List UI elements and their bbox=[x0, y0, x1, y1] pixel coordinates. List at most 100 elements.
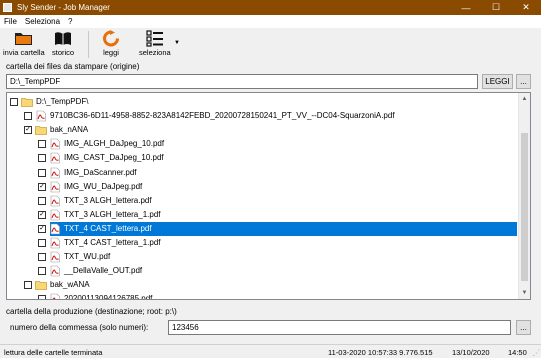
tree-item-label: bak_wANA bbox=[50, 280, 90, 290]
tree-checkbox[interactable]: ✓ bbox=[38, 210, 46, 219]
tree-checkbox[interactable]: ✓ bbox=[24, 126, 32, 135]
menu-seleziona[interactable]: Seleziona bbox=[25, 17, 60, 26]
commessa-label: numero della commessa (solo numeri): bbox=[10, 323, 149, 332]
tree-file-row[interactable]: ✓ TXT_4 CAST_lettera.pdf bbox=[7, 221, 519, 236]
tree-checkbox[interactable] bbox=[38, 154, 46, 163]
tree-item-label: bak_nANA bbox=[50, 125, 89, 135]
pdf-icon bbox=[49, 265, 61, 277]
tree-file-row[interactable]: 9710BC36-6D11-4958-8852-823A8142FEBD_202… bbox=[7, 109, 519, 123]
tree-checkbox[interactable] bbox=[10, 98, 18, 106]
tree-checkbox[interactable] bbox=[38, 295, 46, 299]
pdf-icon bbox=[35, 110, 47, 122]
pdf-icon bbox=[49, 152, 61, 164]
pdf-icon bbox=[49, 293, 61, 299]
tree-folder-row[interactable]: D:\_TempPDF\ bbox=[7, 95, 519, 109]
pdf-icon bbox=[49, 251, 61, 263]
status-time: 14:50 bbox=[508, 348, 527, 357]
seleziona-button[interactable]: seleziona bbox=[139, 30, 171, 57]
status-message: lettura delle cartelle terminata bbox=[4, 348, 103, 357]
origin-path-input[interactable]: D:\_TempPDF bbox=[6, 74, 478, 89]
menu-help[interactable]: ? bbox=[68, 17, 72, 26]
pdf-icon bbox=[49, 223, 61, 235]
tree-file-row[interactable]: IMG_CAST_DaJpeg_10.pdf bbox=[7, 151, 519, 165]
close-button[interactable]: ✕ bbox=[511, 0, 541, 15]
tree-item-label: TXT_3 ALGH_lettera_1.pdf bbox=[64, 209, 161, 219]
production-label: cartella della produzione (destinazione;… bbox=[6, 307, 177, 316]
storico-label: storico bbox=[52, 48, 75, 57]
tree-scrollbar[interactable]: ▲ ▼ bbox=[518, 93, 530, 299]
menu-file[interactable]: File bbox=[4, 17, 17, 26]
menu-bar: File Seleziona ? bbox=[0, 15, 541, 28]
leggi-label: leggi bbox=[103, 48, 119, 57]
title-bar: Sly Sender - Job Manager — ☐ ✕ bbox=[0, 0, 541, 15]
folder-icon bbox=[21, 96, 33, 108]
status-date: 13/10/2020 bbox=[452, 348, 490, 357]
tree-item-label: 20200113094126785.pdf bbox=[64, 294, 153, 300]
maximize-button[interactable]: ☐ bbox=[481, 0, 511, 15]
tree-file-row[interactable]: TXT_3 ALGH_lettera.pdf bbox=[7, 194, 519, 208]
seleziona-dropdown-icon[interactable]: ▼ bbox=[174, 40, 180, 46]
tree-file-row[interactable]: IMG_ALGH_DaJpeg_10.pdf bbox=[7, 137, 519, 151]
refresh-icon bbox=[103, 30, 119, 47]
tree-item-label: TXT_WU.pdf bbox=[64, 252, 111, 262]
app-icon bbox=[3, 3, 12, 12]
tree-item-label: TXT_4 CAST_lettera_1.pdf bbox=[64, 238, 161, 247]
tree-item-label: IMG_WU_DaJpeg.pdf bbox=[64, 181, 143, 191]
toolbar: invia cartella storico leggi seleziona ▼ bbox=[0, 28, 541, 61]
scroll-up-icon[interactable]: ▲ bbox=[519, 93, 530, 105]
tree-item-label: IMG_DaScanner.pdf bbox=[64, 167, 137, 177]
toolbar-separator bbox=[88, 31, 89, 58]
tree-checkbox[interactable]: ✓ bbox=[38, 224, 46, 233]
storico-button[interactable]: storico bbox=[52, 30, 74, 57]
tree-file-row[interactable]: ✓ TXT_3 ALGH_lettera_1.pdf bbox=[7, 208, 519, 222]
tree-file-row[interactable]: IMG_DaScanner.pdf bbox=[7, 166, 519, 180]
invia-cartella-button[interactable]: invia cartella bbox=[3, 30, 45, 57]
checklist-icon bbox=[146, 30, 163, 47]
tree-file-row[interactable]: 20200113094126785.pdf bbox=[7, 292, 519, 300]
folder-send-icon bbox=[14, 33, 32, 45]
commessa-input[interactable]: 123456 bbox=[168, 320, 511, 335]
minimize-button[interactable]: — bbox=[451, 0, 481, 15]
folder-icon bbox=[35, 279, 47, 291]
tree-checkbox[interactable] bbox=[24, 112, 32, 121]
tree-item-label: __DellaValle_OUT.pdf bbox=[64, 266, 143, 276]
pdf-icon bbox=[49, 167, 61, 179]
status-timestamp: 11-03-2020 10:57:33 9.776.515 bbox=[328, 348, 433, 357]
origin-label: cartella dei files da stampare (origine) bbox=[6, 62, 140, 71]
tree-checkbox[interactable] bbox=[38, 253, 46, 262]
browse-production-button[interactable]: ... bbox=[516, 320, 531, 335]
pdf-icon bbox=[49, 181, 61, 193]
book-icon bbox=[55, 32, 72, 45]
tree-item-label: D:\_TempPDF\ bbox=[36, 97, 89, 106]
tree-checkbox[interactable] bbox=[38, 267, 46, 276]
tree-file-row[interactable]: ✓ IMG_WU_DaJpeg.pdf bbox=[7, 180, 519, 194]
tree-item-label: IMG_ALGH_DaJpeg_10.pdf bbox=[64, 139, 165, 149]
tree-file-row[interactable]: TXT_4 CAST_lettera_1.pdf bbox=[7, 236, 519, 250]
tree-folder-row[interactable]: bak_wANA bbox=[7, 278, 519, 292]
pdf-icon bbox=[49, 209, 61, 221]
tree-checkbox[interactable] bbox=[38, 140, 46, 149]
file-tree[interactable]: D:\_TempPDF\ 9710BC36-6D11-4958-8852-823A… bbox=[6, 92, 531, 300]
tree-folder-row[interactable]: ✓ bak_nANA bbox=[7, 123, 519, 137]
scroll-thumb[interactable] bbox=[521, 133, 528, 281]
resize-grip-icon[interactable]: ⋰ bbox=[533, 348, 541, 357]
browse-origin-button[interactable]: ... bbox=[516, 74, 531, 89]
tree-item-label: IMG_CAST_DaJpeg_10.pdf bbox=[64, 153, 164, 163]
tree-checkbox[interactable] bbox=[38, 196, 46, 205]
tree-checkbox[interactable] bbox=[38, 239, 46, 247]
folder-icon bbox=[35, 124, 47, 136]
tree-checkbox[interactable] bbox=[24, 281, 32, 290]
invia-cartella-label: invia cartella bbox=[3, 48, 45, 57]
pdf-icon bbox=[49, 138, 61, 150]
seleziona-label: seleziona bbox=[139, 48, 171, 57]
tree-file-row[interactable]: TXT_WU.pdf bbox=[7, 250, 519, 264]
tree-file-row[interactable]: __DellaValle_OUT.pdf bbox=[7, 264, 519, 278]
tree-checkbox[interactable]: ✓ bbox=[38, 182, 46, 191]
tree-item-label: TXT_4 CAST_lettera.pdf bbox=[64, 223, 152, 233]
leggi-button[interactable]: leggi bbox=[102, 30, 120, 57]
status-bar: lettura delle cartelle terminata 11-03-2… bbox=[0, 344, 541, 358]
tree-checkbox[interactable] bbox=[38, 168, 46, 177]
scroll-down-icon[interactable]: ▼ bbox=[519, 287, 530, 299]
tree-item-label: TXT_3 ALGH_lettera.pdf bbox=[64, 195, 152, 205]
leggi-path-button[interactable]: LEGGI bbox=[482, 74, 513, 89]
